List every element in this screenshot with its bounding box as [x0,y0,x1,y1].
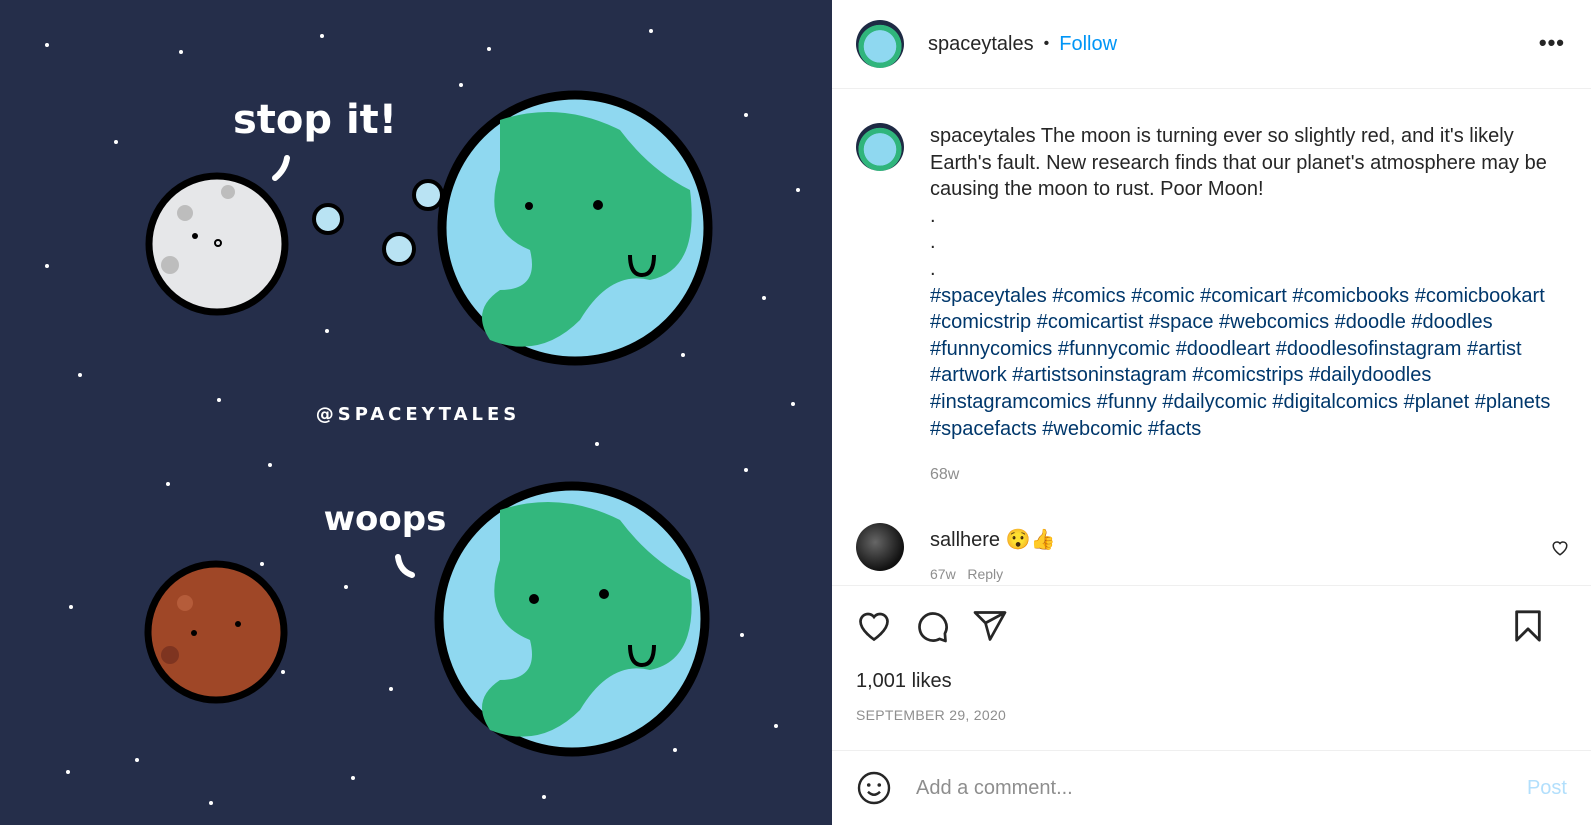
post-sidebar: spaceytales • Follow ••• spaceytales The… [832,0,1591,825]
comment-time[interactable]: 67w [930,566,956,582]
speech-stop-it: stop it! [233,97,397,143]
bookmark-icon[interactable] [1511,608,1545,644]
comment-text: 😯👍 [1005,528,1056,551]
comments-scroll-area[interactable]: spaceytales The moon is turning ever so … [832,89,1591,586]
hashtag-link[interactable]: #artist [1467,338,1521,360]
comment-icon[interactable] [914,608,950,644]
separator-dot: • [1043,35,1050,52]
hashtag-link[interactable]: #artistsoninstagram [1012,364,1187,386]
caption-dot: . [930,204,936,227]
hashtag-link[interactable]: #planets [1475,391,1551,413]
hashtag-link[interactable]: #funnycomic [1058,338,1170,360]
avatar[interactable] [856,20,904,68]
post-date[interactable]: SEPTEMBER 29, 2020 [832,707,1591,723]
hashtag-link[interactable]: #space [1149,311,1214,333]
action-bar [832,586,1591,666]
comment-username[interactable]: sallhere [930,529,1000,551]
comic-illustration: stop it! @SPACEYTALES woops [0,0,832,825]
hashtag-link[interactable]: #comic [1131,285,1194,307]
hashtag-link[interactable]: #comicbooks [1292,285,1409,307]
reply-button[interactable]: Reply [967,566,1003,582]
red-moon [144,560,288,704]
comment-like-heart-icon[interactable] [1551,539,1569,557]
add-comment-bar: Post [832,750,1591,825]
caption-dot: . [930,257,936,280]
watermark: @SPACEYTALES [316,404,521,425]
hashtag-link[interactable]: #dailydoodles [1309,364,1431,386]
caption: spaceytales The moon is turning ever so … [832,89,1591,489]
smiley-icon[interactable] [856,770,892,806]
hashtag-link[interactable]: #doodle [1335,311,1406,333]
comment: sallhere 😯👍 67w Reply [832,489,1591,582]
hashtag-link[interactable]: #artwork [930,364,1007,386]
caption-dot: . [930,231,936,254]
paper-plane-icon[interactable] [972,608,1008,644]
earth-bottom [434,481,710,757]
hashtag-link[interactable]: #doodles [1411,311,1492,333]
hashtag-list: #spaceytales #comics #comic #comicart #c… [930,283,1567,443]
caption-time[interactable]: 68w [930,462,1567,489]
post-image[interactable]: stop it! @SPACEYTALES woops [0,0,832,825]
hashtag-link[interactable]: #funny [1097,391,1157,413]
post-header: spaceytales • Follow ••• [832,0,1591,89]
commenter-avatar[interactable] [856,522,904,571]
caption-username[interactable]: spaceytales [930,125,1036,147]
hashtag-link[interactable]: #webcomics [1219,311,1329,333]
hashtag-link[interactable]: #comicbookart [1415,285,1545,307]
likes-count[interactable]: 1,001 likes [832,670,1591,693]
hashtag-link[interactable]: #planet [1404,391,1470,413]
hashtag-link[interactable]: #doodleart [1176,338,1271,360]
more-horizontal-icon[interactable]: ••• [1539,30,1565,56]
comment-input[interactable] [916,776,1527,800]
hashtag-link[interactable]: #doodlesofinstagram [1276,338,1462,360]
hashtag-link[interactable]: #spacefacts [930,418,1037,440]
username-link[interactable]: spaceytales [928,33,1034,56]
hashtag-link[interactable]: #comicartist [1037,311,1144,333]
hashtag-link[interactable]: #digitalcomics [1272,391,1398,413]
follow-button[interactable]: Follow [1059,33,1117,56]
hashtag-link[interactable]: #webcomic [1042,418,1142,440]
hashtag-link[interactable]: #funnycomics [930,338,1052,360]
heart-icon[interactable] [856,608,892,644]
hashtag-link[interactable]: #comics [1052,285,1125,307]
earth-top [437,90,713,366]
hashtag-link[interactable]: #facts [1148,418,1201,440]
hashtag-link[interactable]: #dailycomic [1162,391,1266,413]
hashtag-link[interactable]: #comicstrips [1192,364,1303,386]
hashtag-link[interactable]: #spaceytales [930,285,1047,307]
hashtag-link[interactable]: #comicstrip [930,311,1031,333]
post-button[interactable]: Post [1527,777,1567,800]
avatar[interactable] [856,123,904,171]
hashtag-link[interactable]: #instagramcomics [930,391,1091,413]
moon [145,172,289,316]
speech-woops: woops [324,499,447,539]
hashtag-link[interactable]: #comicart [1200,285,1287,307]
